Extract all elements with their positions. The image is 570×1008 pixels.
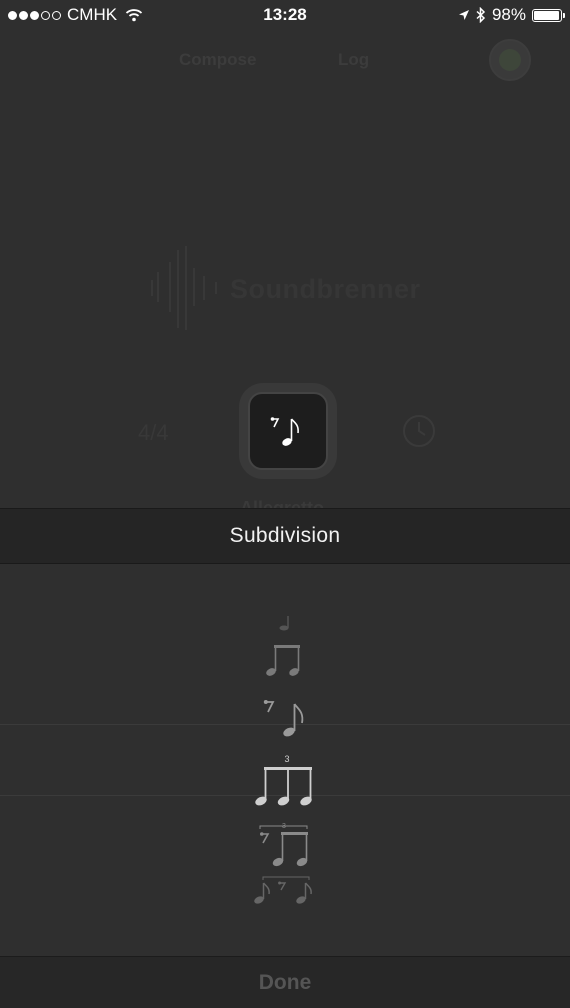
rest-eighth-icon [270,417,299,446]
status-right: 98% [458,5,565,25]
logo-text: Soundbrenner [230,274,421,304]
subdivision-picker[interactable]: 3 3 [0,564,570,956]
tuplet-number: 3 [284,754,289,764]
subdivision-button[interactable] [239,383,337,479]
quarter-note-icon [279,616,289,631]
rest-eighth-icon [263,700,304,737]
picker-title: Subdivision [229,524,341,547]
picker-header: Subdivision [0,508,570,564]
picker-item-quarter[interactable] [0,614,570,632]
clock-icon [403,415,435,447]
battery-fill [534,10,559,20]
location-arrow-icon [458,10,469,20]
status-bar: CMHK 13:28 98% [0,0,570,30]
rest-triplet-icon: 3 [259,823,308,867]
swing-icon [254,876,312,904]
screen: Compose Log Soundbrenner 4/4 Subdivision… [0,0,570,1008]
triplet-eighths-icon: 3 [255,754,312,806]
picker-item-rest-triplet[interactable]: 3 [0,820,570,870]
avatar [489,39,531,81]
picker-item-rest-eighth[interactable] [0,698,570,740]
soundbrenner-logo: Soundbrenner [148,242,428,332]
bluetooth-icon [476,7,486,23]
tuplet-number: 3 [282,823,286,830]
done-label: Done [258,970,312,994]
picker-item-two-eighths[interactable] [0,642,570,678]
picker-item-triplet[interactable]: 3 [0,753,570,809]
avatar-image [499,49,521,71]
tab-compose: Compose [179,50,257,69]
subdivision-button-face [248,392,328,470]
done-button[interactable]: Done [0,956,570,1008]
beamed-eighths-icon [266,645,300,676]
tab-log: Log [338,50,370,69]
waveform-icon [151,246,217,330]
time-signature: 4/4 [138,420,169,445]
battery-icon [532,8,565,22]
picker-item-swing[interactable] [0,875,570,909]
battery-percent: 98% [491,5,526,24]
